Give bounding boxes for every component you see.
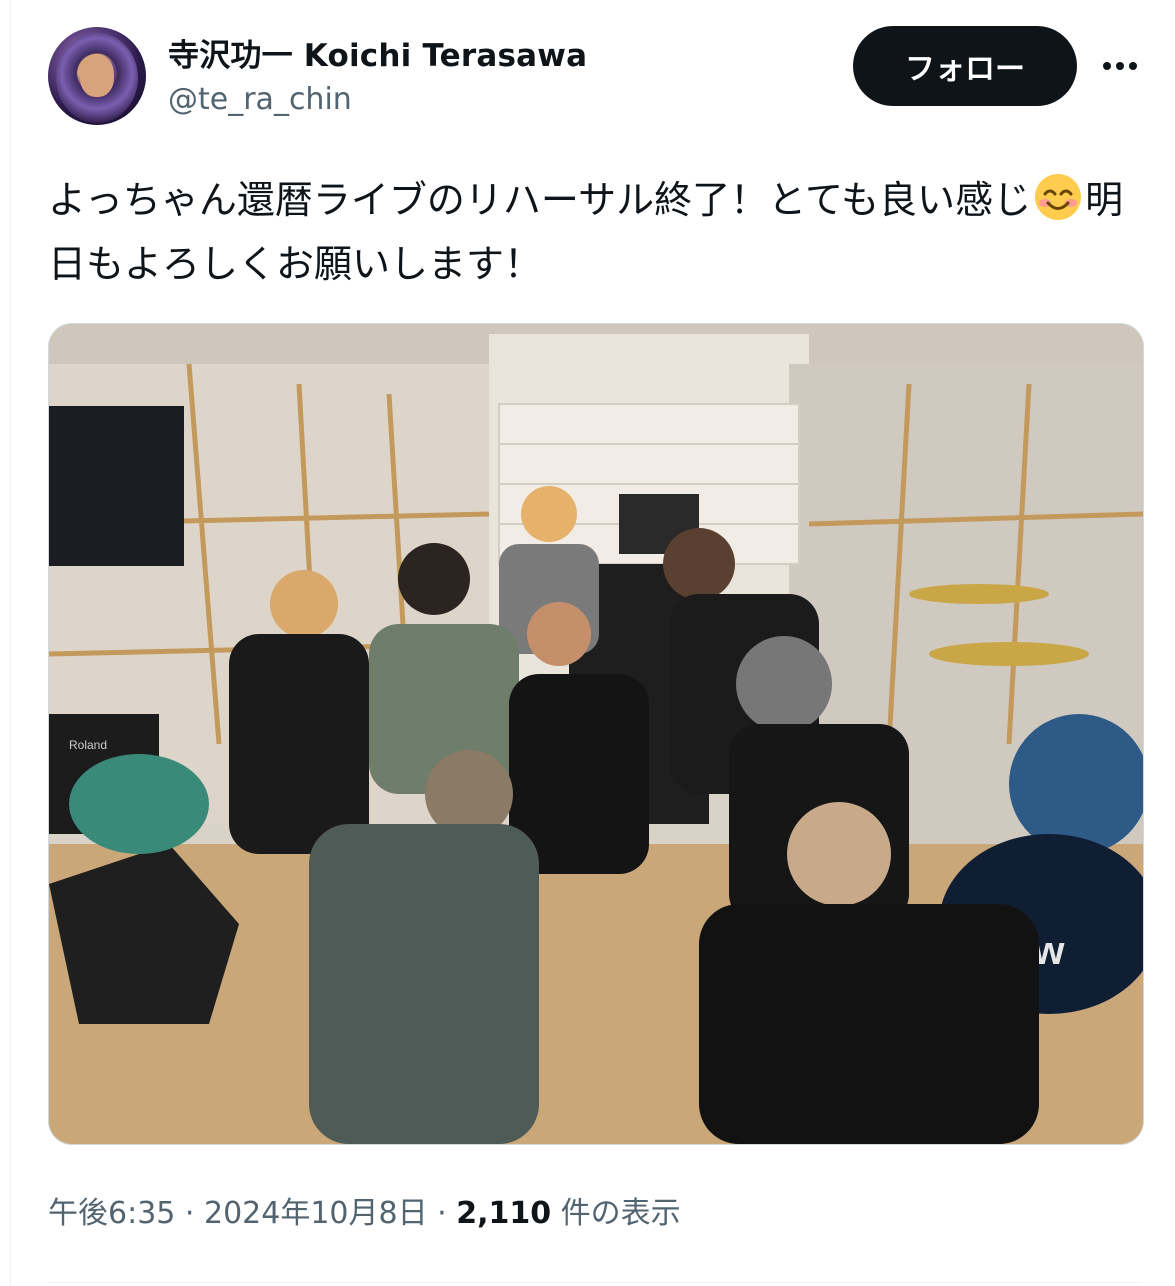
views-count: 2,110 [456,1196,552,1231]
more-horizontal-icon[interactable] [1101,56,1139,76]
tweet-photo[interactable]: Roland dw [48,323,1144,1145]
user-handle[interactable]: @te_ra_chin [168,82,352,117]
timeline-divider [10,0,11,1286]
follow-button[interactable]: フォロー [853,26,1077,106]
meta-separator-2: · [427,1196,457,1231]
tweet-text-part-1: よっちゃん還暦ライブのリハーサル終了！とても良い感じ [48,178,1032,222]
smiling-face-emoji-icon [1035,174,1082,220]
meta-separator: · [175,1196,204,1231]
tweet-time[interactable]: 午後6:35 [48,1196,175,1231]
avatar[interactable] [48,27,146,125]
views-label: 件の表示 [551,1196,681,1231]
bottom-divider [48,1282,1142,1283]
band-group-photo: Roland dw [49,324,1143,1144]
tweet-text: よっちゃん還暦ライブのリハーサル終了！とても良い感じ 明日もよろしくお願いします… [48,168,1138,296]
display-name[interactable]: 寺沢功一 Koichi Terasawa [168,30,587,75]
tweet-meta: 午後6:35 · 2024年10月8日 · 2,110 件の表示 [48,1188,681,1232]
avatar-face [80,55,114,97]
roland-logo: Roland [69,738,107,752]
tweet-date[interactable]: 2024年10月8日 [204,1196,428,1231]
